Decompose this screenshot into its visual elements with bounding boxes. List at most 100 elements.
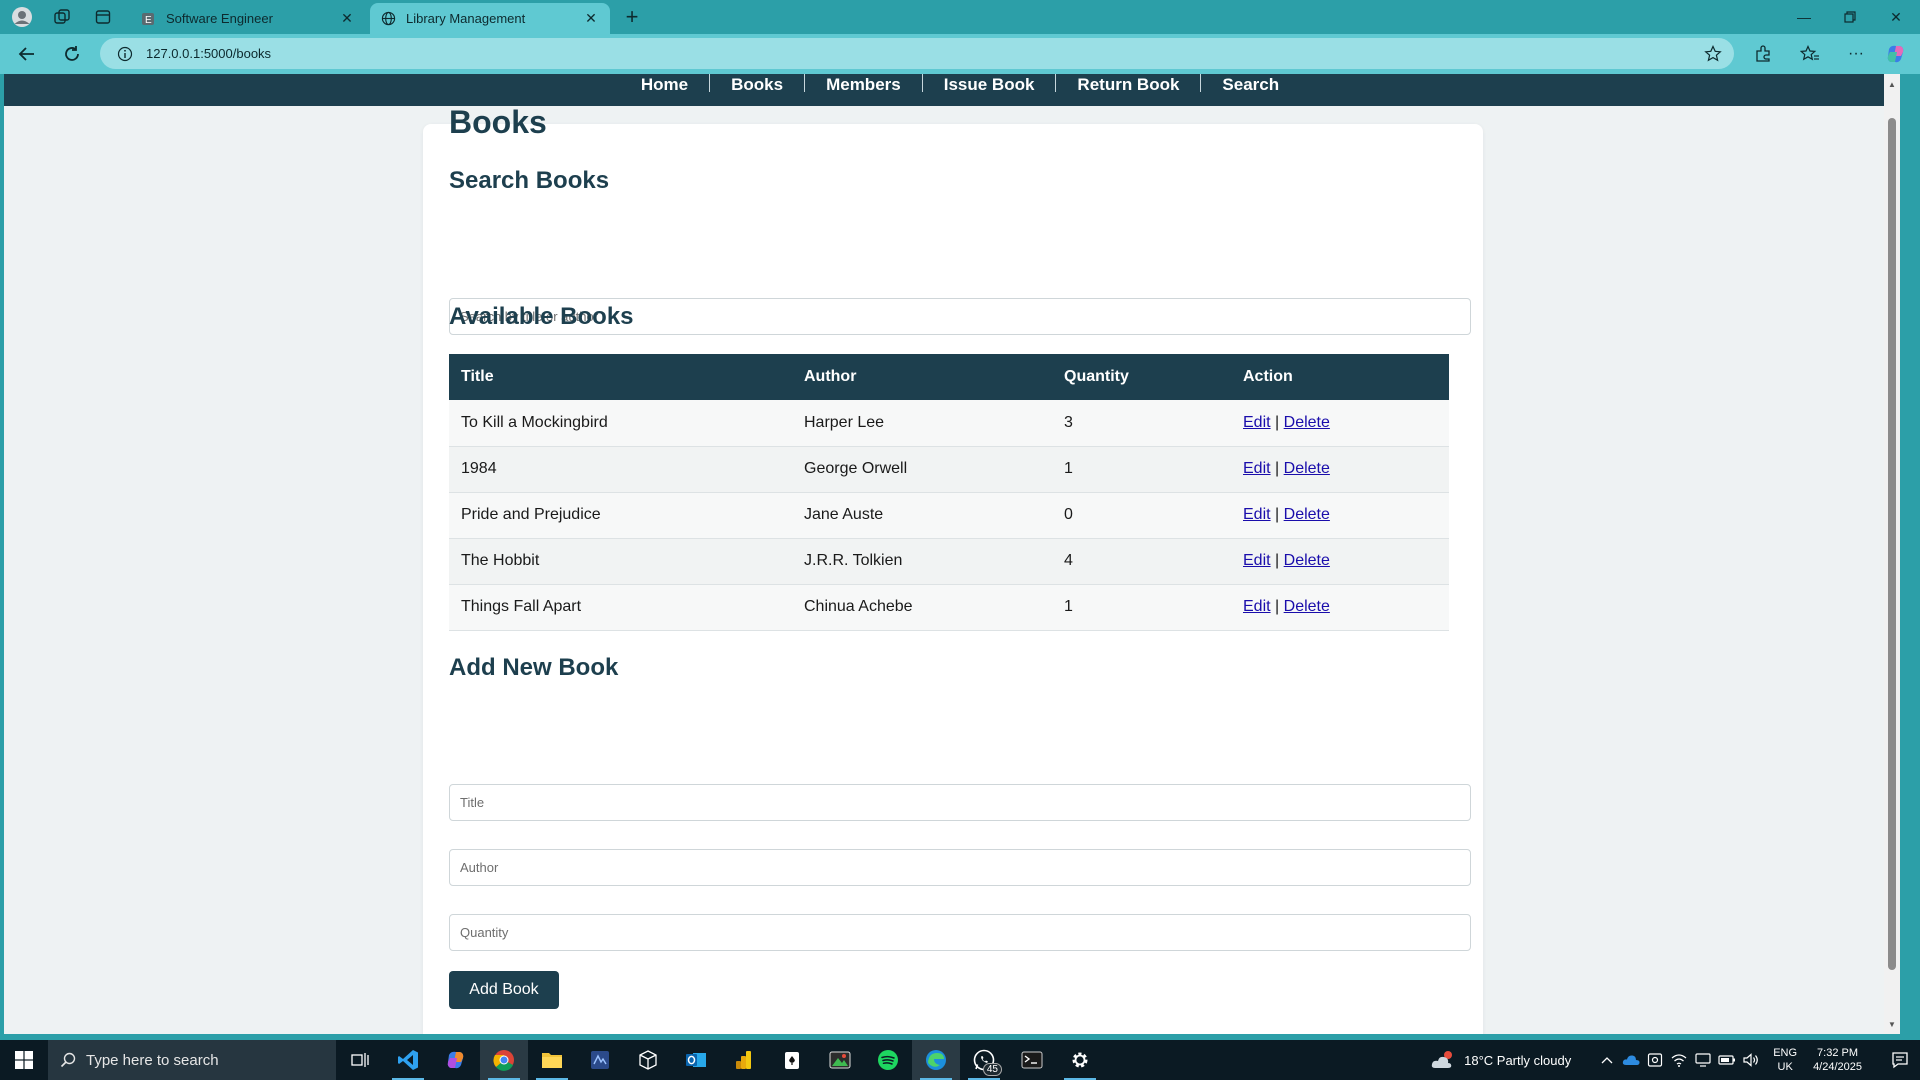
book-action-cell: Edit | Delete xyxy=(1231,492,1449,539)
nav-books[interactable]: Books xyxy=(710,74,804,94)
book-action-cell: Edit | Delete xyxy=(1231,446,1449,493)
book-author-cell: Harper Lee xyxy=(792,400,1052,447)
site-navbar: Home Books Members Issue Book Return Boo… xyxy=(4,74,1900,106)
minimize-icon[interactable]: — xyxy=(1781,0,1827,34)
book-author-cell: George Orwell xyxy=(792,446,1052,493)
nav-issue-book[interactable]: Issue Book xyxy=(923,74,1056,94)
globe-icon xyxy=(380,11,396,27)
delete-link[interactable]: Delete xyxy=(1284,598,1330,615)
book-author-field[interactable] xyxy=(449,849,1471,886)
system-clock[interactable]: 7:32 PM 4/24/2025 xyxy=(1813,1046,1862,1074)
wifi-icon[interactable] xyxy=(1667,1053,1691,1067)
cards-game-icon[interactable] xyxy=(768,1040,816,1080)
search-icon xyxy=(60,1052,76,1068)
outlook-icon[interactable] xyxy=(672,1040,720,1080)
table-row: Pride and Prejudice Jane Auste 0 Edit | … xyxy=(449,492,1449,539)
windows-start-icon[interactable] xyxy=(0,1040,48,1080)
scrollbar-thumb[interactable] xyxy=(1888,118,1896,970)
edit-link[interactable]: Edit xyxy=(1243,460,1271,477)
add-book-button[interactable]: Add Book xyxy=(449,971,559,1009)
tab-library-management[interactable]: Library Management ✕ xyxy=(370,3,610,34)
nav-home[interactable]: Home xyxy=(620,74,709,94)
book-title-cell: To Kill a Mockingbird xyxy=(449,400,792,447)
search-heading: Search Books xyxy=(449,167,610,194)
input-language-indicator[interactable]: ENG UK xyxy=(1773,1046,1797,1074)
action-separator: | xyxy=(1275,598,1280,615)
profile-icon[interactable] xyxy=(10,5,34,29)
delete-link[interactable]: Delete xyxy=(1284,460,1330,477)
book-title-field[interactable] xyxy=(449,784,1471,821)
book-action-cell: Edit | Delete xyxy=(1231,538,1449,585)
clock-date: 4/24/2025 xyxy=(1813,1061,1862,1073)
action-separator: | xyxy=(1275,460,1280,477)
column-header-quantity: Quantity xyxy=(1064,368,1129,385)
app-window-icon[interactable] xyxy=(576,1040,624,1080)
scroll-up-arrow-icon[interactable]: ▲ xyxy=(1884,76,1900,92)
window-close-icon[interactable]: ✕ xyxy=(1873,0,1919,34)
favorite-star-icon[interactable] xyxy=(1698,44,1728,63)
volume-icon[interactable] xyxy=(1739,1053,1763,1067)
weather-widget[interactable]: 18°C Partly cloudy xyxy=(1430,1049,1571,1071)
book-title-cell: The Hobbit xyxy=(449,538,792,585)
url-text[interactable]: 127.0.0.1:5000/books xyxy=(146,46,1698,61)
restore-icon[interactable] xyxy=(1827,0,1873,34)
task-view-icon[interactable] xyxy=(336,1040,384,1080)
new-tab-plus-icon[interactable]: + xyxy=(620,4,644,29)
photos-app-icon[interactable] xyxy=(816,1040,864,1080)
close-icon[interactable]: ✕ xyxy=(582,10,600,28)
back-arrow-icon[interactable] xyxy=(12,40,42,68)
copilot-icon[interactable] xyxy=(1883,42,1909,66)
chevron-up-icon[interactable] xyxy=(1595,1056,1619,1064)
vertical-tabs-icon[interactable] xyxy=(91,5,115,29)
security-icon[interactable] xyxy=(1643,1052,1667,1068)
favorites-icon[interactable] xyxy=(1797,42,1823,66)
edit-link[interactable]: Edit xyxy=(1243,506,1271,523)
book-action-cell: Edit | Delete xyxy=(1231,400,1449,447)
whatsapp-badge: 45 xyxy=(982,1063,1002,1076)
edit-link[interactable]: Edit xyxy=(1243,598,1271,615)
available-books-heading: Available Books xyxy=(449,303,634,330)
3d-box-icon[interactable] xyxy=(624,1040,672,1080)
refresh-icon[interactable] xyxy=(57,40,87,68)
chrome-icon[interactable] xyxy=(480,1040,528,1080)
table-row: Things Fall Apart Chinua Achebe 1 Edit |… xyxy=(449,584,1449,631)
spotify-icon[interactable] xyxy=(864,1040,912,1080)
scroll-down-arrow-icon[interactable]: ▼ xyxy=(1884,1016,1900,1032)
edit-link[interactable]: Edit xyxy=(1243,414,1271,431)
tab-software-engineer[interactable]: E Software Engineer ✕ xyxy=(130,3,366,34)
terminal-icon[interactable] xyxy=(1008,1040,1056,1080)
book-quantity-field[interactable] xyxy=(449,914,1471,951)
delete-link[interactable]: Delete xyxy=(1284,552,1330,569)
site-info-icon[interactable] xyxy=(116,45,134,63)
browser-toolbar: 127.0.0.1:5000/books ··· xyxy=(0,34,1920,74)
workspaces-icon[interactable] xyxy=(50,5,74,29)
delete-link[interactable]: Delete xyxy=(1284,414,1330,431)
close-icon[interactable]: ✕ xyxy=(338,10,356,28)
language-region: UK xyxy=(1777,1061,1793,1073)
book-author-cell: Jane Auste xyxy=(792,492,1052,539)
file-explorer-icon[interactable] xyxy=(528,1040,576,1080)
extensions-icon[interactable] xyxy=(1750,42,1776,66)
display-icon[interactable] xyxy=(1691,1053,1715,1067)
column-header-action: Action xyxy=(1243,368,1293,385)
nav-search[interactable]: Search xyxy=(1201,74,1300,94)
vscode-icon[interactable] xyxy=(384,1040,432,1080)
delete-link[interactable]: Delete xyxy=(1284,506,1330,523)
onedrive-cloud-icon[interactable] xyxy=(1619,1054,1643,1066)
notification-center-icon[interactable] xyxy=(1880,1051,1920,1069)
edit-link[interactable]: Edit xyxy=(1243,552,1271,569)
whatsapp-icon[interactable]: 45 xyxy=(960,1040,1008,1080)
edge-icon[interactable] xyxy=(912,1040,960,1080)
nav-members[interactable]: Members xyxy=(805,74,922,94)
settings-gear-icon[interactable] xyxy=(1056,1040,1104,1080)
more-options-icon[interactable]: ··· xyxy=(1843,42,1869,66)
nav-return-book[interactable]: Return Book xyxy=(1056,74,1200,94)
copilot-app-icon[interactable] xyxy=(432,1040,480,1080)
address-bar[interactable]: 127.0.0.1:5000/books xyxy=(100,38,1734,69)
weather-text: 18°C Partly cloudy xyxy=(1464,1052,1572,1068)
page-scrollbar[interactable]: ▲ ▼ xyxy=(1884,74,1900,1034)
table-row: To Kill a Mockingbird Harper Lee 3 Edit … xyxy=(449,400,1449,447)
power-bi-icon[interactable] xyxy=(720,1040,768,1080)
battery-icon[interactable] xyxy=(1715,1054,1739,1066)
taskbar-search-box[interactable]: Type here to search xyxy=(48,1040,336,1080)
